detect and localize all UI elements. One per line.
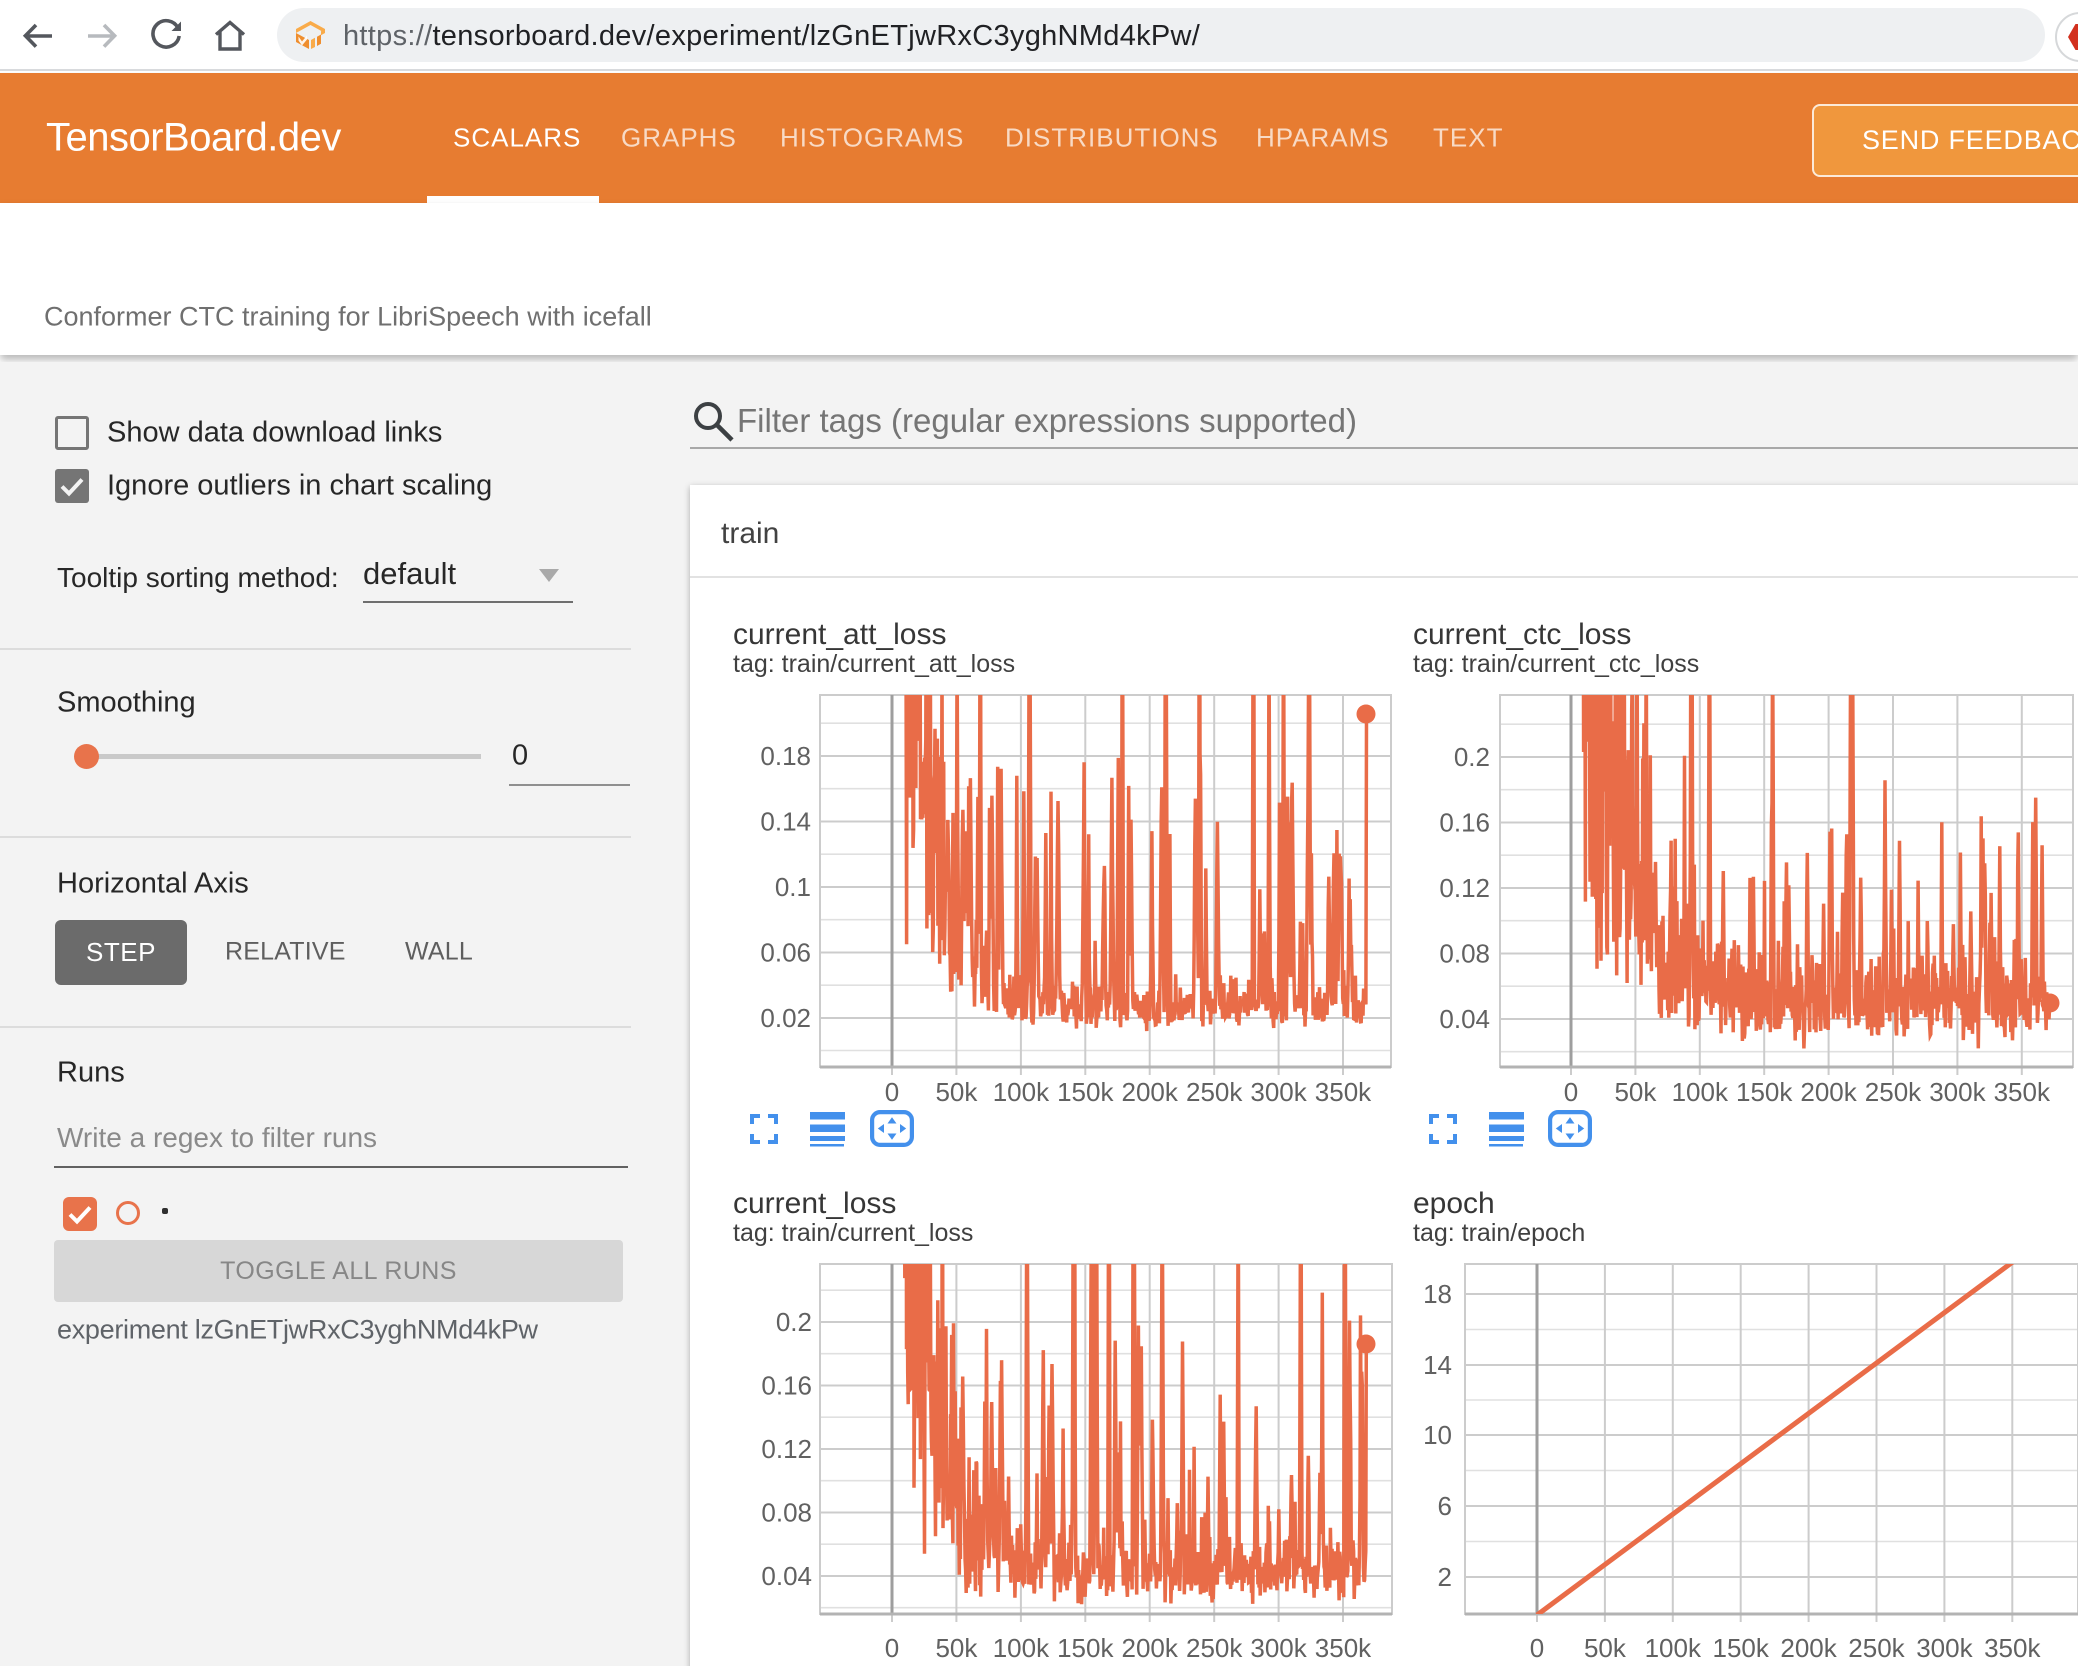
svg-text:350k: 350k — [1984, 1633, 2041, 1663]
svg-text:6: 6 — [1438, 1491, 1452, 1521]
svg-text:18: 18 — [1423, 1279, 1452, 1309]
svg-text:2: 2 — [1438, 1562, 1452, 1592]
svg-text:10: 10 — [1423, 1420, 1452, 1450]
svg-text:100k: 100k — [1645, 1633, 1702, 1663]
svg-text:150k: 150k — [1713, 1633, 1770, 1663]
svg-text:250k: 250k — [1848, 1633, 1905, 1663]
svg-text:200k: 200k — [1780, 1633, 1837, 1663]
svg-text:epoch: epoch — [1413, 1187, 1495, 1220]
svg-text:14: 14 — [1423, 1350, 1452, 1380]
svg-text:300k: 300k — [1916, 1633, 1973, 1663]
svg-text:tag: train/epoch: tag: train/epoch — [1413, 1219, 1585, 1247]
svg-text:50k: 50k — [1584, 1633, 1627, 1663]
svg-text:0: 0 — [1530, 1633, 1544, 1663]
